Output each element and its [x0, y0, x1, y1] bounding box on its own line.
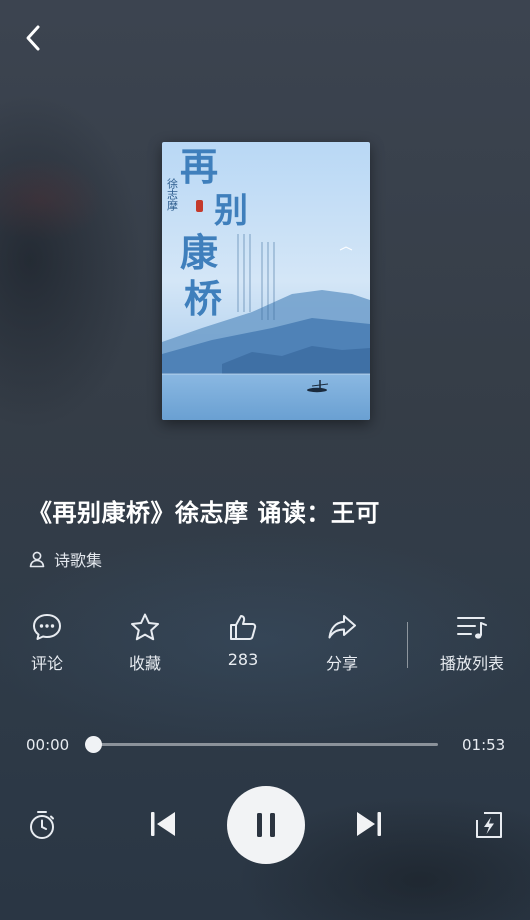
cover-title-char-3: 桥 [184, 276, 222, 321]
star-icon [131, 613, 159, 641]
track-author[interactable]: 诗歌集 [28, 547, 102, 571]
playback-controls [0, 786, 530, 866]
share-label: 分享 [325, 654, 358, 673]
track-author-label: 诗歌集 [54, 551, 103, 570]
total-time: 01:53 [462, 736, 506, 754]
pause-icon [257, 813, 275, 837]
pause-button[interactable] [227, 786, 305, 864]
chevron-left-icon [26, 25, 40, 51]
speed-mode-icon [476, 812, 502, 838]
progress-knob[interactable] [85, 736, 102, 753]
album-cover: 再 别 康 桥 徐志摩 [162, 142, 370, 420]
playlist-icon [457, 617, 487, 639]
current-time: 00:00 [26, 736, 70, 754]
cover-author-vertical: 徐志摩 [166, 177, 179, 212]
background-blur [0, 0, 530, 920]
next-button[interactable] [352, 806, 386, 842]
user-icon [29, 551, 45, 568]
comment-button[interactable]: 评论 [7, 612, 87, 674]
comment-label: 评论 [30, 654, 63, 673]
favorite-button[interactable]: 收藏 [105, 612, 185, 674]
action-bar: 评论 收藏 283 分享 播放列表 [0, 612, 530, 682]
share-icon [328, 615, 356, 639]
cover-title-char-0: 再 [180, 144, 218, 189]
timer-button[interactable] [25, 808, 59, 842]
timer-icon [30, 811, 54, 839]
like-button[interactable]: 283 [203, 612, 283, 669]
progress-track[interactable] [85, 736, 438, 753]
like-count: 283 [227, 650, 259, 669]
progress-row: 00:00 01:53 [0, 730, 530, 760]
skip-next-icon [357, 812, 381, 836]
track-title: 《再别康桥》徐志摩 诵读：王可 [28, 499, 380, 527]
action-divider [407, 622, 408, 668]
playlist-label: 播放列表 [439, 654, 504, 673]
playlist-button[interactable]: 播放列表 [425, 612, 519, 674]
thumbs-up-icon [230, 615, 257, 640]
back-button[interactable] [18, 22, 50, 54]
cover-title-char-1: 别 [214, 191, 248, 231]
favorite-label: 收藏 [128, 654, 161, 673]
previous-button[interactable] [146, 806, 180, 842]
cover-title-char-2: 康 [180, 230, 218, 275]
share-button[interactable]: 分享 [302, 612, 382, 674]
comment-icon [33, 614, 61, 640]
speed-mode-button[interactable] [472, 808, 506, 842]
skip-previous-icon [151, 812, 175, 836]
